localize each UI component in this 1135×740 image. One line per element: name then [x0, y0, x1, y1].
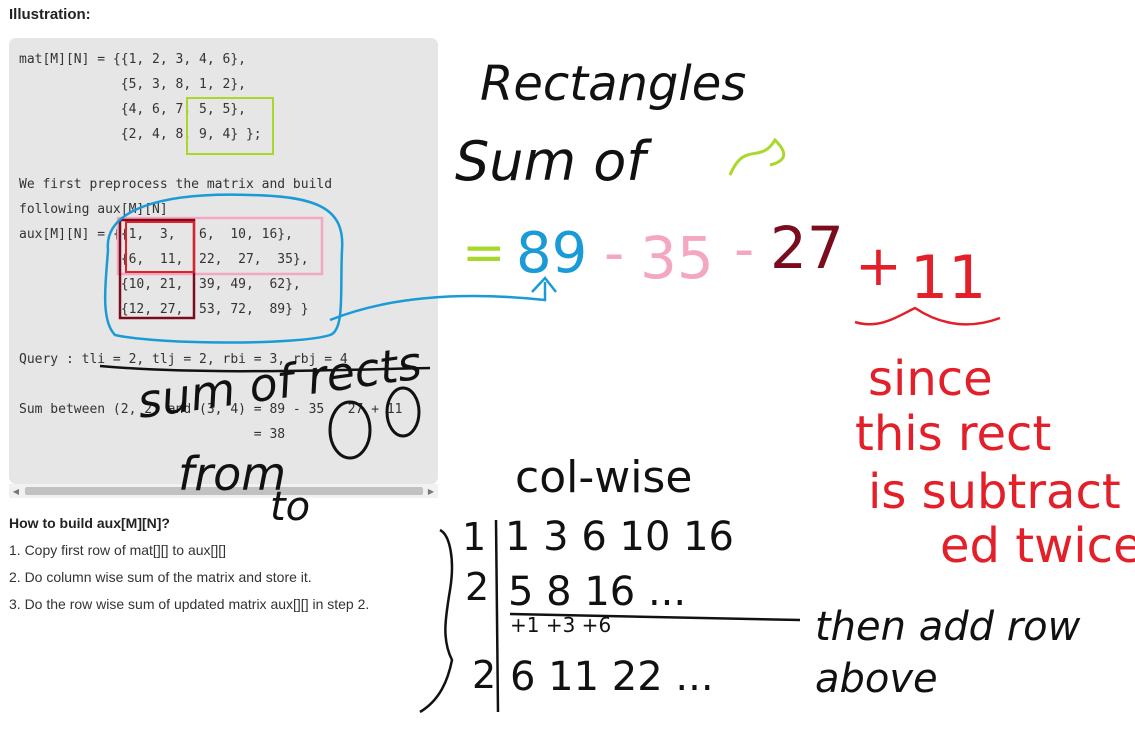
red-highlight-rect	[125, 221, 195, 273]
annotation-is-subtract: is subtract	[868, 464, 1121, 520]
rows-brace	[419, 528, 454, 714]
annotation-27: 27	[770, 214, 844, 282]
annotation-then-add-row: then add row	[815, 604, 1081, 650]
blue-arrow-line	[329, 282, 547, 322]
annotation-above: above	[815, 656, 938, 702]
annotation-minus-1: -	[604, 221, 624, 286]
annotation-row2-label: 2	[465, 565, 489, 609]
annotation-since: since	[868, 351, 993, 407]
annotation-this-rect: this rect	[855, 406, 1051, 462]
annotation-89: 89	[516, 221, 587, 286]
annotation-sum-of: Sum of	[455, 130, 652, 193]
zero-circle-left	[328, 400, 372, 460]
pink-highlight-rect	[116, 216, 324, 276]
annotation-ed-twice: ed twice	[940, 518, 1135, 574]
maroon-highlight-rect	[118, 218, 196, 320]
annotation-sum-of-rects: sum of rects	[134, 336, 425, 429]
annotation-row3: 6 11 22 ...	[510, 654, 714, 700]
rows-vertical-line	[494, 519, 500, 713]
annotation-row3-label: 2	[472, 653, 496, 697]
annotation-35: 35	[640, 224, 714, 292]
annotation-plus: +	[855, 234, 902, 299]
lime-scribble	[728, 137, 786, 176]
annotation-rectangles: Rectangles	[480, 56, 746, 112]
zero-circle-right	[385, 386, 421, 438]
annotation-row1-label: 1	[462, 515, 486, 559]
annotation-row2-add: +1 +3 +6	[510, 613, 611, 637]
annotation-col-wise: col-wise	[515, 452, 692, 503]
annotation-to: to	[270, 484, 310, 530]
lime-highlight-rect	[186, 97, 274, 155]
annotation-11: 11	[910, 243, 986, 313]
annotation-row1: 1 3 6 10 16	[505, 514, 734, 560]
annotation-row2: 5 8 16 ...	[508, 569, 686, 615]
ink-annotation-layer: Rectangles Sum of = 89 - 35 - 27 + 11 si…	[99, 56, 1135, 714]
annotation-minus-2: -	[734, 217, 754, 282]
annotation-equals: =	[462, 223, 506, 283]
